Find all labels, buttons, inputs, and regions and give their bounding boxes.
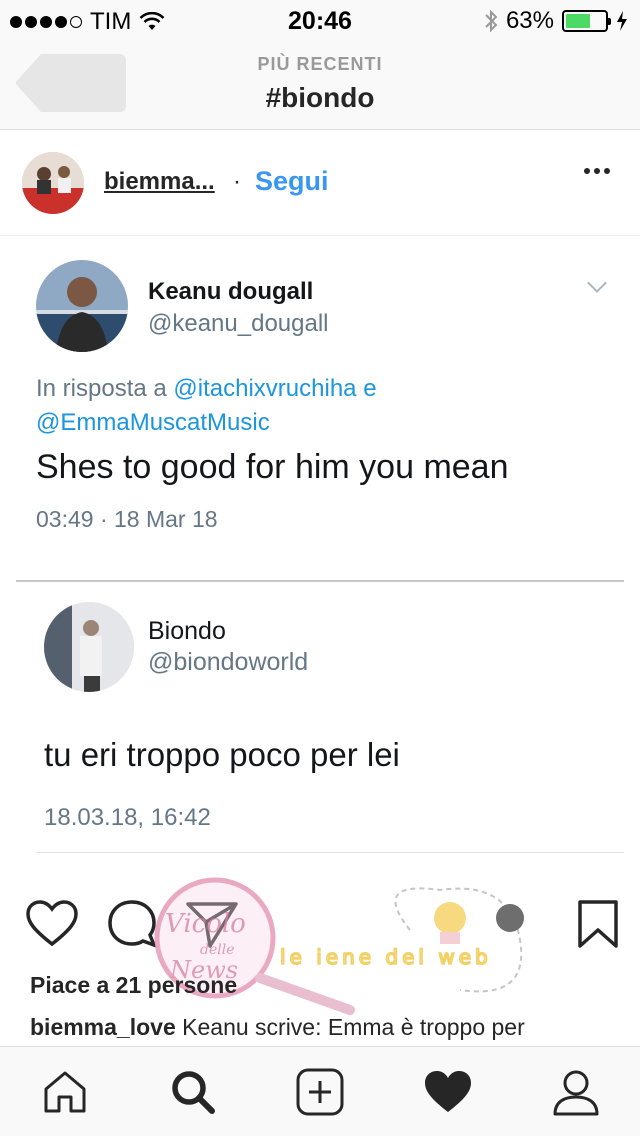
- more-dots-icon[interactable]: [584, 168, 610, 174]
- reply-user-1: @itachixvruchiha: [173, 375, 357, 402]
- profile-icon[interactable]: [551, 1067, 601, 1117]
- tweet-avatar-1: [36, 260, 128, 352]
- home-icon[interactable]: [40, 1067, 90, 1117]
- add-post-icon[interactable]: [295, 1067, 345, 1117]
- nav-title: #biondo: [265, 82, 375, 113]
- likes-count[interactable]: Piace a 21 persone: [30, 972, 237, 999]
- bluetooth-icon: [485, 9, 498, 33]
- caption-text: Keanu scrive: Emma è troppo per: [182, 1014, 525, 1040]
- send-icon[interactable]: [184, 896, 240, 952]
- tweet-handle-1: @keanu_dougall: [148, 310, 329, 337]
- bookmark-icon[interactable]: [570, 896, 626, 952]
- caption: biemma_love Keanu scrive: Emma è troppo …: [30, 1014, 525, 1041]
- heart-outline-icon[interactable]: [24, 896, 80, 952]
- tweet-avatar-2: [44, 602, 134, 692]
- post-username[interactable]: biemma...: [104, 168, 215, 196]
- separator-dot: ·: [233, 168, 241, 195]
- tweet-date-1: 03:49 · 18 Mar 18: [36, 506, 218, 532]
- caption-username[interactable]: biemma_love: [30, 1014, 176, 1040]
- battery-percent: 63%: [505, 7, 554, 34]
- comment-icon[interactable]: [104, 896, 160, 952]
- nav-subtitle: PIÙ RECENTI: [257, 54, 383, 74]
- post-actions: [0, 896, 640, 956]
- nav-bar: PIÙ RECENTI #biondo: [0, 40, 640, 130]
- post-header: biemma... · Segui: [0, 130, 640, 236]
- tweet-reply-context: In risposta a @itachixvruchiha e @EmmaMu…: [36, 372, 596, 440]
- reply-user-2: @EmmaMuscatMusic: [36, 409, 270, 436]
- follow-button[interactable]: Segui: [255, 166, 329, 197]
- activity-heart-icon[interactable]: [423, 1067, 473, 1117]
- tweet-text-2: tu eri troppo poco per lei: [44, 736, 400, 773]
- battery-icon: [562, 10, 611, 32]
- chevron-down-icon: [587, 273, 607, 293]
- tweet-name-1: Keanu dougall: [148, 278, 314, 305]
- divider: [36, 852, 624, 853]
- tweet-date-2: 18.03.18, 16:42: [44, 804, 211, 831]
- reply-prefix: In risposta a: [36, 375, 167, 402]
- tab-bar: [0, 1046, 640, 1136]
- bolt-icon: [617, 11, 627, 31]
- divider: [16, 580, 624, 582]
- tweet-name-2: Biondo: [148, 617, 226, 645]
- avatar[interactable]: [22, 152, 84, 214]
- status-right: 63%: [484, 7, 628, 35]
- tweet-handle-2: @biondoworld: [148, 648, 309, 676]
- status-bar: TIM 20:46 63%: [0, 0, 640, 40]
- tweet-card-1: Keanu dougall @keanu_dougall In risposta…: [0, 236, 640, 581]
- tweet-text-1: Shes to good for him you mean: [36, 448, 509, 486]
- search-icon[interactable]: [168, 1067, 218, 1117]
- reply-and: e: [363, 375, 377, 402]
- battery-fill: [566, 14, 590, 28]
